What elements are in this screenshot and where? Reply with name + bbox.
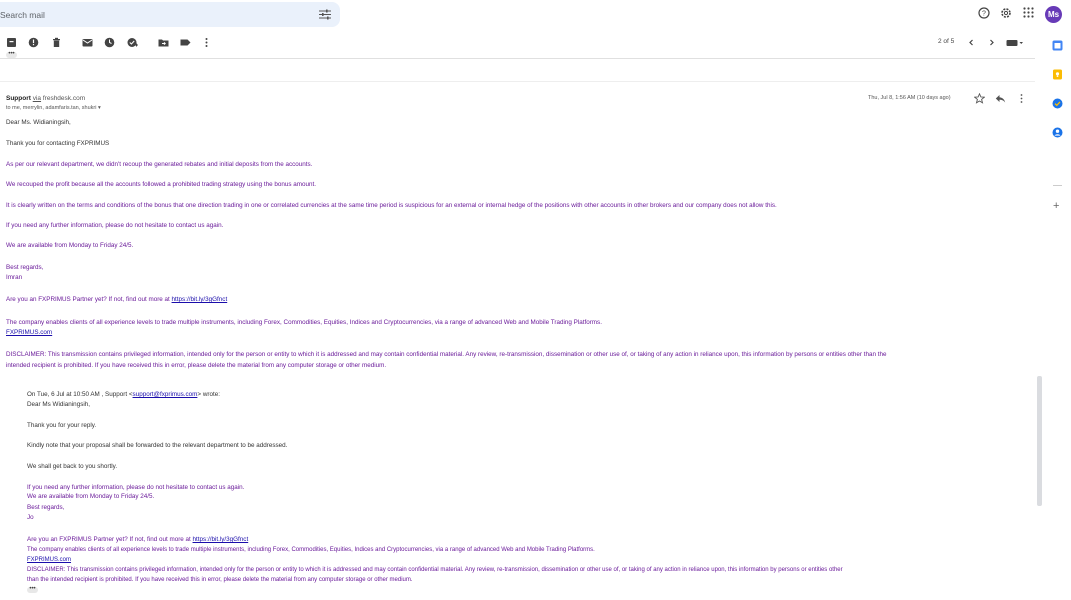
disclaimer-line: intended recipient is prohibited. If you… [6,362,387,369]
calendar-icon[interactable] [1052,40,1063,51]
quoted-paragraph: We shall get back to you shortly. [27,463,118,470]
top-bar: ? Ms [0,0,1071,30]
add-addon-plus-icon[interactable]: + [1053,200,1059,212]
company-link-line: FXPRIMUS.com [6,328,52,338]
previous-chevron-icon[interactable] [966,37,977,48]
sender-domain: freshdesk.com [42,95,86,102]
signature-name: Imran [6,274,23,281]
move-to-folder-icon[interactable] [158,37,169,48]
more-options-icon[interactable] [201,37,212,48]
report-spam-icon[interactable] [28,37,39,48]
tasks-icon[interactable] [1052,98,1063,109]
quoted-greeting: Dear Ms Widianingsih, [27,401,90,408]
side-panel-divider [1053,185,1062,186]
quoted-header-prefix: On Tue, 6 Jul at 10:50 AM , Support < [27,391,133,398]
quoted-header: On Tue, 6 Jul at 10:50 AM , Support <sup… [27,390,220,400]
body-paragraph: It is clearly written on the terms and c… [6,202,777,209]
recipients-line[interactable]: to me, merrylin, adamfaris.tan, shukri ▾ [6,105,101,111]
next-chevron-icon[interactable] [986,37,997,48]
apps-grid-icon[interactable] [1023,7,1034,18]
label-icon[interactable] [180,37,191,48]
delete-icon[interactable] [51,37,62,48]
quoted-signature-name: Jo [27,514,34,521]
side-panel: + [1043,30,1071,600]
quoted-company-description: The company enables clients of all exper… [27,547,595,553]
partner-link[interactable]: https://bit.ly/3gGfnct [172,296,228,303]
quoted-sender-email-link[interactable]: support@fxprimus.com [133,391,198,398]
snooze-clock-icon[interactable] [104,37,115,48]
quoted-partner-line: Are you an FXPRIMUS Partner yet? If not,… [27,535,248,545]
body-paragraph: We recouped the profit because all the a… [6,181,317,188]
sender-name[interactable]: Support [6,95,31,102]
quoted-company-link[interactable]: FXPRIMUS.com [27,557,71,563]
disclaimer-line: DISCLAIMER: This transmission contains p… [6,351,887,358]
input-tools-keyboard-icon[interactable] [1006,37,1024,48]
svg-text:?: ? [982,11,986,18]
quoted-paragraph: We are available from Monday to Friday 2… [27,493,155,500]
star-icon[interactable] [974,93,985,104]
scrollbar-thumb[interactable] [1037,376,1042,506]
mark-unread-icon[interactable] [82,37,93,48]
quoted-disclaimer-line: than the intended recipient is prohibite… [27,577,413,583]
quoted-partner-text: Are you an FXPRIMUS Partner yet? If not,… [27,536,193,543]
account-avatar[interactable]: Ms [1045,6,1062,23]
quoted-paragraph: Thank you for your reply. [27,422,97,429]
partner-text: Are you an FXPRIMUS Partner yet? If not,… [6,296,172,303]
quoted-company-link-line: FXPRIMUS.com [27,555,71,565]
reply-icon[interactable] [995,93,1006,104]
sender: Support via freshdesk.com [6,95,85,102]
help-icon[interactable]: ? [978,7,990,19]
keep-notes-icon[interactable] [1052,69,1063,80]
quoted-signoff: Best regards, [27,504,65,511]
quoted-disclaimer-line: DISCLAIMER: This transmission contains p… [27,567,843,573]
message-datetime: Thu, Jul 8, 1:56 AM (10 days ago) [868,95,951,101]
partner-line: Are you an FXPRIMUS Partner yet? If not,… [6,295,227,305]
divider [0,81,1035,82]
pagination-count: 2 of 5 [938,38,955,45]
body-paragraph: As per our relevant department, we didn'… [6,161,313,168]
company-link[interactable]: FXPRIMUS.com [6,329,52,336]
search-input[interactable] [0,2,300,27]
search-bar[interactable] [0,2,340,27]
add-to-tasks-icon[interactable] [127,37,138,48]
settings-gear-icon[interactable] [1000,7,1012,19]
search-options-icon[interactable] [319,9,331,20]
body-paragraph: We are available from Monday to Friday 2… [6,242,134,249]
quoted-partner-link[interactable]: https://bit.ly/3gGfnct [193,536,249,543]
show-trimmed-content-button[interactable]: ••• [27,586,38,593]
message-toolbar: 2 of 5 [0,33,1035,53]
quoted-paragraph: Kindly note that your proposal shall be … [27,442,288,449]
contacts-icon[interactable] [1052,127,1063,138]
signoff: Best regards, [6,264,44,271]
archive-icon[interactable] [6,37,17,48]
body-paragraph: If you need any further information, ple… [6,222,224,229]
divider [0,58,1035,59]
company-description: The company enables clients of all exper… [6,319,602,326]
body-greeting: Dear Ms. Widianingsih, [6,119,71,126]
quoted-header-suffix: > wrote: [197,391,220,398]
body-paragraph: Thank you for contacting FXPRIMUS [6,140,110,147]
via-label: via [32,95,42,102]
message-more-icon[interactable] [1016,93,1027,104]
